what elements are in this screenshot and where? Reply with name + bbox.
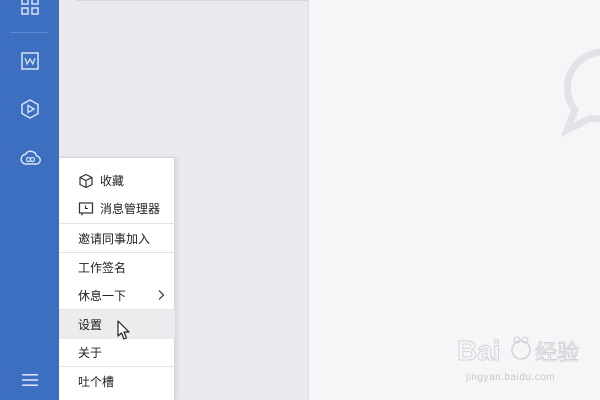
menu-item-label: 收藏 — [100, 174, 125, 188]
menu-hamburger-icon[interactable] — [0, 360, 59, 400]
grid-icon[interactable] — [0, 0, 59, 26]
menu-item-label: 设置 — [78, 318, 103, 332]
menu-item-invite-colleague[interactable]: 邀请同事加入 — [59, 224, 175, 253]
play-hexagon-icon[interactable] — [0, 89, 59, 129]
menu-item-label: 邀请同事加入 — [78, 232, 151, 246]
menu-item-label: 关于 — [78, 346, 103, 360]
chevron-right-icon — [158, 290, 165, 300]
chat-bubble-icon — [561, 48, 600, 137]
menu-item-message-manager[interactable]: 消息管理器 — [59, 194, 175, 223]
mouse-cursor-icon — [117, 320, 130, 340]
menu-item-take-a-break[interactable]: 休息一下 — [59, 281, 175, 310]
popup-menu: 收藏 消息管理器 邀请同事加入 工作签名 休息一下 设置 关于 吐个槽 — [59, 157, 175, 400]
menu-item-about[interactable]: 关于 — [59, 338, 175, 367]
sidebar-divider — [10, 32, 49, 33]
cube-icon — [78, 173, 94, 189]
svg-text:Bai: Bai — [457, 335, 501, 366]
menu-item-work-signature[interactable]: 工作签名 — [59, 253, 175, 282]
document-w-icon[interactable] — [0, 41, 59, 81]
left-sidebar — [0, 0, 59, 400]
menu-item-label: 吐个槽 — [78, 375, 115, 389]
watermark-url: jingyan.baidu.com — [466, 372, 556, 383]
svg-text:经验: 经验 — [535, 341, 579, 366]
message-manager-icon — [78, 201, 94, 217]
menu-item-label: 休息一下 — [78, 289, 127, 303]
menu-item-feedback[interactable]: 吐个槽 — [59, 367, 175, 396]
menu-item-label: 工作签名 — [78, 261, 127, 275]
cloud-link-icon[interactable] — [0, 138, 59, 178]
menu-item-favorites[interactable]: 收藏 — [59, 166, 175, 195]
middle-panel-divider — [76, 0, 308, 1]
menu-item-label: 消息管理器 — [100, 202, 161, 216]
